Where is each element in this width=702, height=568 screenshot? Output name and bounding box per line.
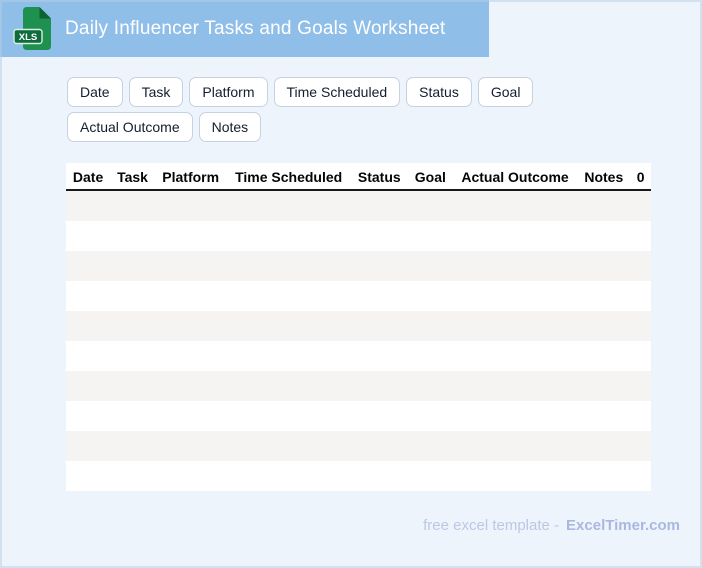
tag-actual-outcome[interactable]: Actual Outcome [67,112,193,142]
footer: free excel template - ExcelTimer.com [423,517,680,534]
header-band: XLS Daily Influencer Tasks and Goals Wor… [0,0,489,57]
table-row [66,371,651,401]
tag-status[interactable]: Status [406,77,472,107]
table-row [66,251,651,281]
table-row [66,401,651,431]
tag-platform[interactable]: Platform [189,77,268,107]
table-header-row: Date Task Platform Time Scheduled Status… [66,163,651,191]
table-row [66,221,651,251]
column-header-notes: Notes [577,163,631,191]
tag-date[interactable]: Date [67,77,123,107]
column-header-time-scheduled: Time Scheduled [226,163,351,191]
table-row [66,281,651,311]
column-header-actual-outcome: Actual Outcome [452,163,578,191]
xls-file-icon: XLS [13,6,53,52]
column-header-platform: Platform [154,163,227,191]
column-header-date: Date [66,163,111,191]
worksheet-page: XLS Daily Influencer Tasks and Goals Wor… [0,0,702,568]
tag-list: Date Task Platform Time Scheduled Status… [67,77,622,142]
tag-goal[interactable]: Goal [477,77,534,107]
footer-brand-link[interactable]: ExcelTimer.com [566,517,680,534]
column-header-goal: Goal [407,163,453,191]
tag-task[interactable]: Task [128,77,184,107]
column-header-zero: 0 [630,163,651,191]
tag-time-scheduled[interactable]: Time Scheduled [273,77,401,107]
table-body [66,191,651,491]
column-header-status: Status [350,163,408,191]
page-title: Daily Influencer Tasks and Goals Workshe… [65,17,446,39]
table-row [66,461,651,491]
column-header-task: Task [110,163,155,191]
table-row [66,431,651,461]
table-header: Date Task Platform Time Scheduled Status… [66,163,651,191]
table-row [66,191,651,221]
table-row [66,311,651,341]
footer-text: free excel template - [423,517,560,534]
worksheet-table: Date Task Platform Time Scheduled Status… [66,163,651,491]
svg-text:XLS: XLS [19,32,37,43]
tag-notes[interactable]: Notes [198,112,262,142]
table-row [66,341,651,371]
